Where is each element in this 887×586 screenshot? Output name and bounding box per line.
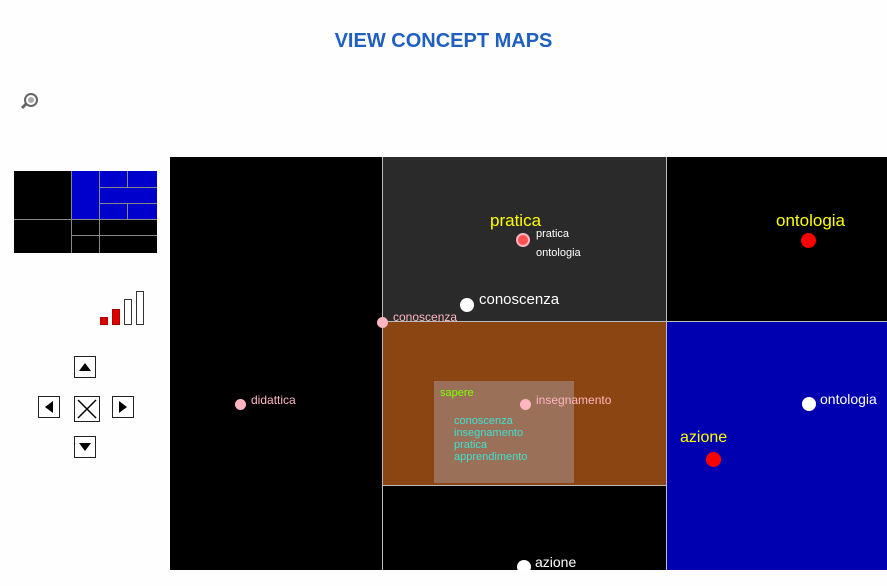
inner-list-head: sapere [440,387,474,399]
zoom-bar-1 [100,317,108,325]
arrow-left-icon [45,401,53,413]
zoom-level-indicator[interactable] [100,289,146,325]
node-azione[interactable] [706,452,721,467]
node-insegnamento[interactable] [520,399,531,410]
node-ontologia-right[interactable] [802,397,816,411]
node-didattica[interactable] [235,399,246,410]
label-didattica: didattica [251,393,296,407]
minimap-viewport [71,171,157,219]
zoom-bar-3 [124,299,132,325]
label-conoscenza-small: conoscenza [393,310,458,324]
arrow-right-icon [119,401,127,413]
node-azione-bottom[interactable] [517,560,531,570]
inner-list-item: apprendimento [454,451,528,463]
arrow-up-icon [79,363,91,371]
label-insegnamento: insegnamento [536,393,612,407]
label-ontologia-small: ontologia [536,247,581,259]
pan-left-button[interactable] [38,396,60,418]
node-conoscenza-small[interactable] [377,317,388,328]
inner-list-item: insegnamento [454,427,524,439]
page-title: VIEW CONCEPT MAPS [334,30,553,52]
label-conoscenza: conoscenza [479,291,560,308]
pan-up-button[interactable] [74,356,96,378]
label-azione-bottom: azione [535,554,577,570]
pan-right-button[interactable] [112,396,134,418]
node-pratica[interactable] [516,233,530,247]
concept-map-canvas[interactable]: sapere conoscenza insegnamento pratica a… [170,157,887,570]
label-ontologia-right: ontologia [820,391,877,407]
reset-view-button[interactable] [74,396,100,422]
label-azione: azione [680,429,728,446]
magnifier-icon[interactable] [20,91,42,111]
close-icon [77,399,97,419]
label-ontologia: ontologia [776,211,846,230]
inner-list-item: pratica [454,439,488,451]
zoom-bar-4 [136,291,144,325]
zoom-bar-2 [112,309,120,325]
node-ontologia[interactable] [801,233,816,248]
overview-minimap[interactable] [14,171,157,253]
inner-list-item: conoscenza [454,415,513,427]
arrow-down-icon [79,443,91,451]
label-pratica: pratica [490,211,542,230]
node-conoscenza[interactable] [460,298,474,312]
pan-down-button[interactable] [74,436,96,458]
label-pratica-small: pratica [536,228,570,240]
